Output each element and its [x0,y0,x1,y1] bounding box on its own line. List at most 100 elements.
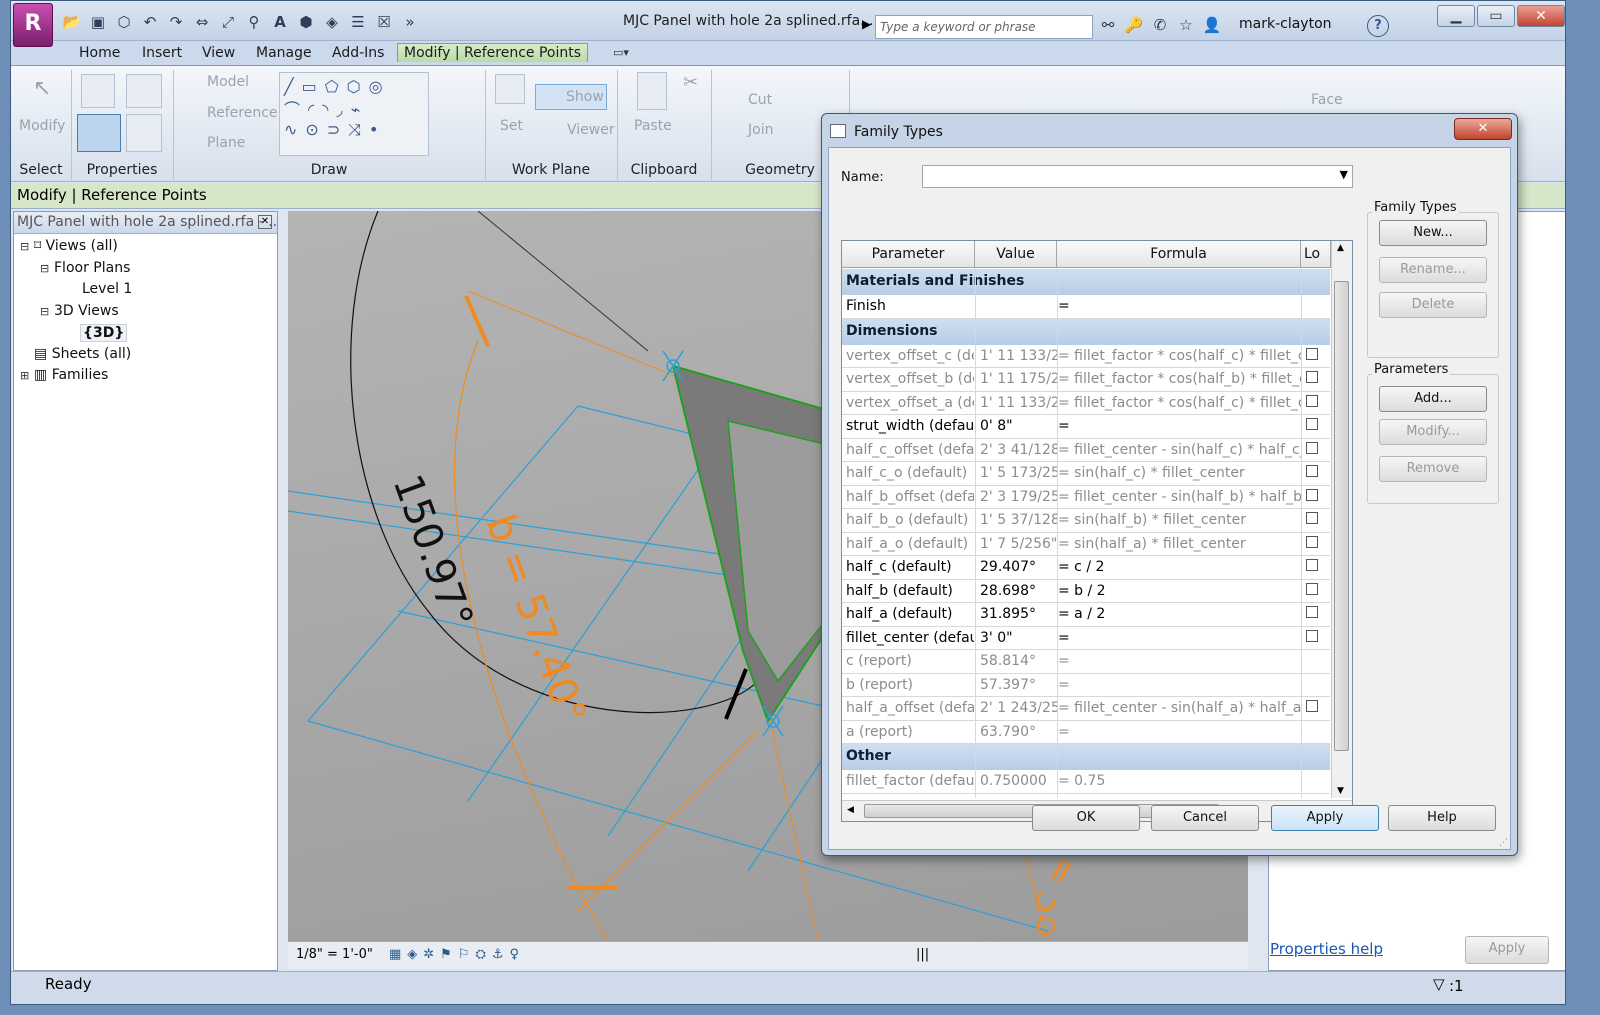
sync-icon[interactable]: ⬡ [113,12,135,32]
tab-modify-reference-points[interactable]: Modify | Reference Points [397,43,589,62]
measure-icon[interactable]: ⇔ [191,12,213,32]
table-row[interactable]: vertex_offset_a (def 1' 11 133/2 = fillet_… [842,392,1330,415]
parameter-value[interactable]: 58.814° [980,653,1058,669]
parameter-formula[interactable]: = sin(half_c) * fillet_center [1058,465,1302,481]
lock-checkbox[interactable] [1306,535,1318,548]
resize-grip-icon[interactable]: ⋰ [1499,838,1508,848]
search-input[interactable]: Type a keyword or phrase [875,15,1093,39]
parameter-value[interactable]: 3' 0" [980,630,1058,646]
face-button[interactable]: Face [1311,92,1343,108]
parameter-formula[interactable]: = c / 2 [1058,559,1302,575]
parameter-value[interactable]: 1' 11 133/2 [980,348,1058,364]
collapse-icon[interactable]: ⊟ [40,305,54,318]
table-row[interactable]: strut_width (default 0' 8" = [842,415,1330,439]
maximize-button[interactable]: ▭ [1477,5,1515,27]
save-icon[interactable]: ▣ [87,12,109,32]
lock-checkbox[interactable] [1306,700,1318,712]
table-row[interactable]: fillet_factor (default 0.750000 = 0.75 [842,770,1330,794]
table-row[interactable]: vertex_offset_c (def 1' 11 133/2 = fillet_… [842,345,1330,368]
draw-shapes-icon[interactable]: ╱▭⬠⬡◎ ⌒◜◝◞⌁ ∿⊙⊃⤨• [280,73,428,144]
parameter-value[interactable]: 29.407° [980,559,1058,575]
parameter-value[interactable]: 28.698° [980,583,1058,599]
user-icon[interactable]: 👤 [1201,15,1223,35]
tree-item-3d-views[interactable]: ⊟ 3D Views [40,303,119,319]
table-row[interactable]: half_b_offset (defau 2' 3 179/25 = fillet_… [842,486,1330,509]
parameter-formula[interactable]: = fillet_factor * cos(half_b) * fillet_c… [1058,371,1302,387]
table-row[interactable]: half_b (default) 28.698° = b / 2 [842,580,1330,603]
set-work-plane-icon[interactable] [495,74,525,104]
name-dropdown[interactable]: ▼ [922,165,1353,188]
lock-checkbox[interactable] [1306,606,1318,618]
filter-icon[interactable]: ▽ [1433,975,1445,993]
parameter-formula[interactable]: = [1058,418,1302,434]
set-button[interactable]: Set [500,118,523,134]
application-menu-button[interactable]: R [13,3,53,47]
lock-checkbox[interactable] [1306,629,1318,642]
table-row[interactable]: b (report) 57.397° = [842,674,1330,697]
paste-button[interactable]: Paste [634,118,672,134]
apply-button[interactable]: Apply [1271,805,1379,831]
pick-lines-icon[interactable] [437,74,477,154]
help-button[interactable]: Help [1388,805,1496,831]
show-button[interactable]: Show [535,84,607,110]
tree-item-floor-plans[interactable]: ⊟ Floor Plans [40,260,130,276]
delete-type-button[interactable]: Delete [1379,292,1487,318]
rename-type-button[interactable]: Rename... [1379,257,1487,283]
plane-button[interactable]: Plane [207,135,245,151]
3d-view-icon[interactable]: ⬢ [295,12,317,32]
add-parameter-button[interactable]: Add... [1379,386,1487,412]
modify-cursor-icon[interactable]: ↖ [33,76,51,101]
tree-item-families[interactable]: ⊞ ▥ Families [20,367,108,383]
parameter-value[interactable]: 57.397° [980,677,1058,693]
parameter-formula[interactable]: = fillet_center - sin(half_b) * half_b_o [1058,489,1302,505]
properties-apply-button[interactable]: Apply [1465,936,1549,964]
table-row[interactable]: a (report) 63.790° = [842,721,1330,744]
parameter-formula[interactable]: = fillet_center - sin(half_c) * half_c_o [1058,442,1302,458]
tab-manage[interactable]: Manage [256,45,312,61]
tab-insert[interactable]: Insert [142,45,182,61]
table-row[interactable]: Finish = [842,295,1330,319]
parameter-formula[interactable]: = fillet_factor * cos(half_c) * fillet_c… [1058,395,1302,411]
text-icon[interactable]: A [269,12,291,32]
scroll-down-icon[interactable]: ▼ [1337,786,1344,796]
collapse-icon[interactable]: ⊟ [40,262,54,275]
properties-icon[interactable] [126,114,162,152]
tab-add-ins[interactable]: Add-Ins [332,45,384,61]
lock-checkbox[interactable] [1306,347,1318,360]
family-category-icon[interactable] [126,74,162,108]
vertical-scrollbar[interactable]: ▲ ▼ [1331,241,1352,798]
lock-checkbox[interactable] [1306,559,1318,571]
tab-home[interactable]: Home [79,45,120,61]
scroll-left-icon[interactable]: ◀ [847,805,854,815]
close-hidden-icon[interactable]: ☒ [373,12,395,32]
minimize-ribbon-icon[interactable]: ▭▾ [613,46,629,59]
favorites-star-icon[interactable]: ☆ [1175,15,1197,35]
table-row[interactable]: fillet_center (defaul 3' 0" = [842,627,1330,650]
subscription-icon[interactable]: 🔑 [1123,15,1145,35]
parameter-formula[interactable]: = fillet_factor * cos(half_c) * fillet_c… [1058,348,1302,364]
panel-select[interactable]: Select [11,162,71,178]
more-icon[interactable]: » [399,12,421,32]
view-scale[interactable]: 1/8" = 1'-0" [296,947,373,962]
table-row[interactable]: half_a (default) 31.895° = a / 2 [842,603,1330,627]
expand-arrow-icon[interactable]: ▶ [862,17,871,31]
minimize-button[interactable]: ▁ [1437,5,1475,27]
parameter-formula[interactable]: = [1058,298,1302,314]
help-icon[interactable]: ? [1367,15,1389,37]
parameter-formula[interactable]: = 0.75 [1058,773,1302,789]
parameter-value[interactable]: 0.750000 [980,773,1058,789]
parameter-value[interactable]: 1' 5 173/25 [980,465,1058,481]
lock-checkbox[interactable] [1306,582,1318,595]
parameter-formula[interactable]: = fillet_center - sin(half_a) * half_a_o [1058,700,1302,716]
tree-item-3d[interactable]: {3D} [80,324,128,342]
join-button[interactable]: Join [748,122,773,138]
lock-checkbox[interactable] [1306,488,1318,501]
expand-icon[interactable]: ⊞ [20,369,34,382]
redo-icon[interactable]: ↷ [165,12,187,32]
tree-item-sheets[interactable]: ▤ Sheets (all) [34,346,131,362]
parameter-value[interactable]: 1' 7 5/256" [980,536,1058,552]
open-icon[interactable]: 📂 [61,12,83,32]
parameter-formula[interactable]: = [1058,724,1302,740]
dimension-icon[interactable]: ⤢ [217,12,239,32]
modify-parameter-button[interactable]: Modify... [1379,419,1487,445]
